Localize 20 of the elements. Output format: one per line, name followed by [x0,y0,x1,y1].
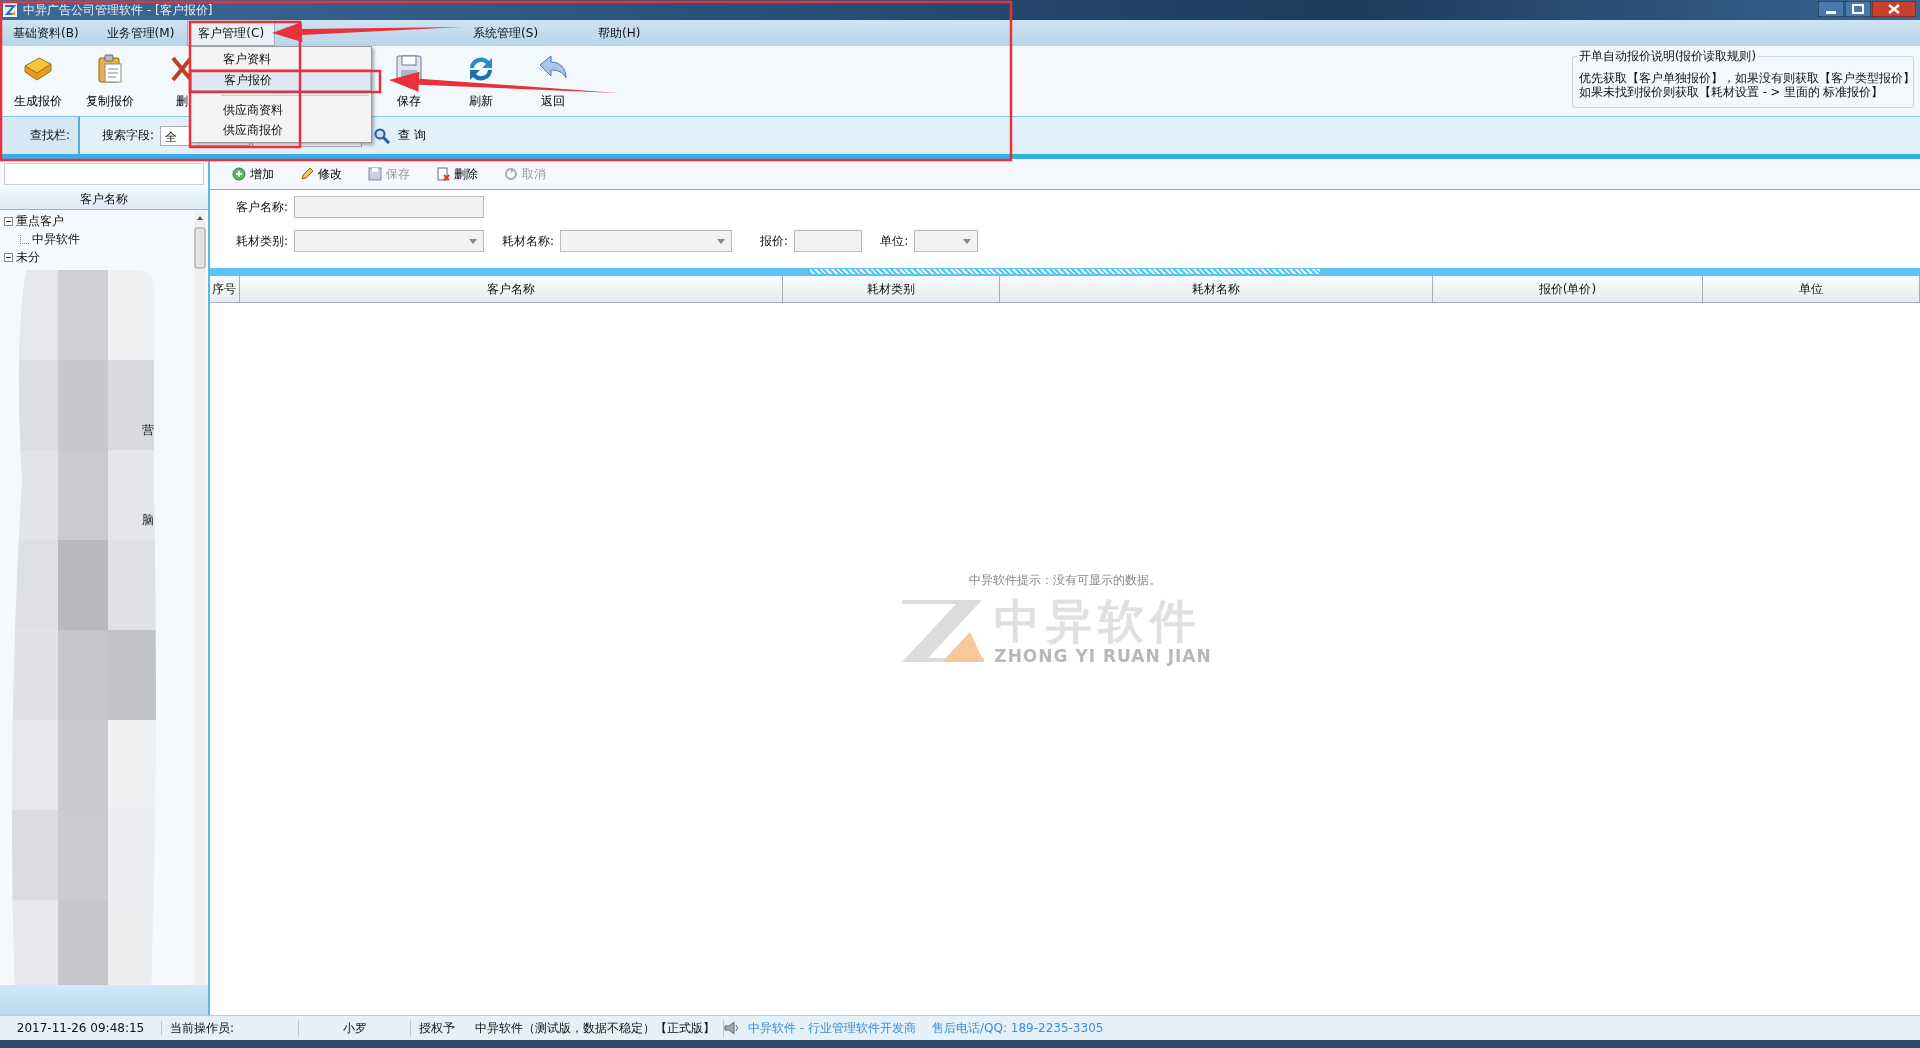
info-text: 如果未找到报价则获取【耗材设置 - > 里面的 标准报价】 [1579,85,1885,99]
status-support: 售后电话/QQ: 189-2235-3305 [930,1019,1105,1037]
field-label: 报价: [760,232,789,250]
info-text: 优先获取【客户单独报价】，如果没有则获取【客户类型报价】 [1579,71,1909,85]
search-field-label: 搜索字段: [102,127,155,144]
info-box-title: 开单自动报价说明(报价读取规则) [1577,49,1758,64]
column-header: 客户名称 [0,189,208,210]
empty-message: 中异软件提示：没有可显示的数据。 [969,572,1161,588]
field-label: 单位: [880,232,909,250]
watermark-subtitle: ZHONG YI RUAN JIAN [994,645,1212,666]
field-label: 耗材类别: [236,232,289,250]
field-label: 耗材名称: [502,232,555,250]
field-label: 客户名称: [236,198,289,216]
status-label: 当前操作员: [162,1019,299,1037]
window-title: 中异广告公司管理软件 - [客户报价] [23,1,213,19]
status-vendor: 中异软件 - 行业管理软件开发商 [747,1019,917,1037]
status-operator: 小罗 [299,1019,411,1037]
status-datetime: 2017-11-26 09:48:15 [0,1021,162,1035]
search-bar-label: 查找栏: [0,117,80,154]
status-label: 授权予 [418,1019,456,1037]
